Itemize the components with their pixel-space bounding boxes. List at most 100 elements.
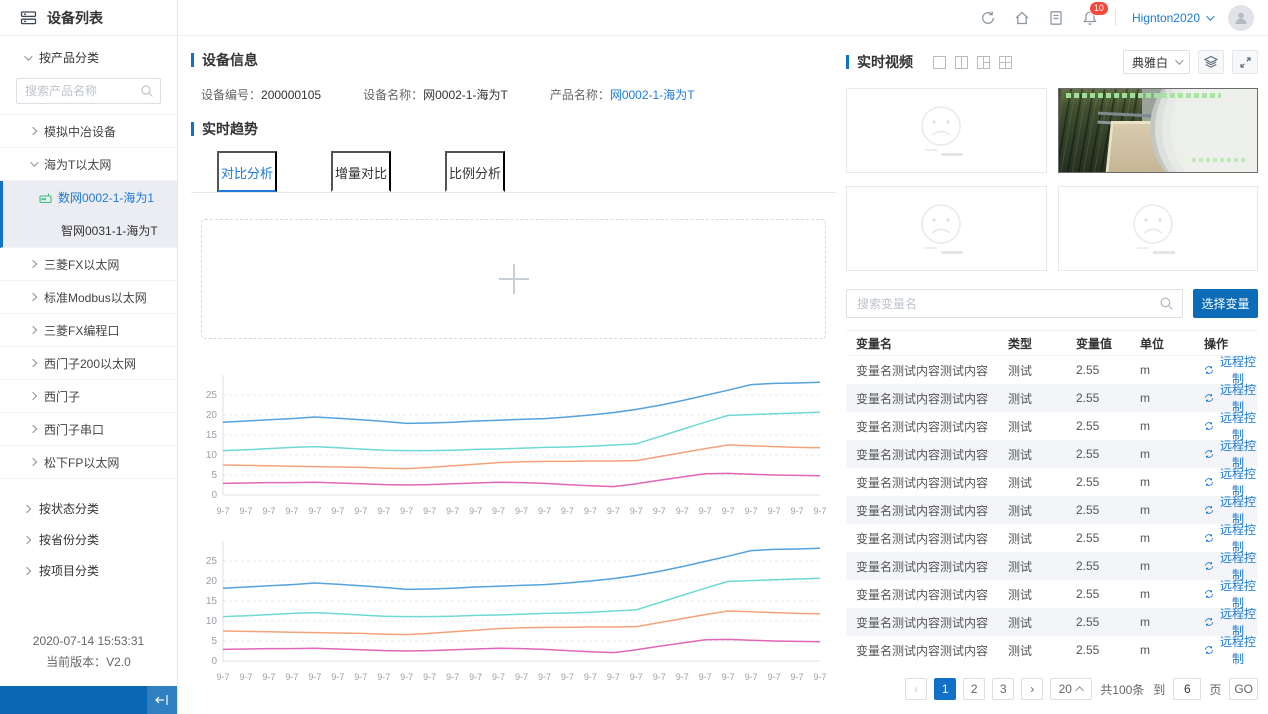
fullscreen-button[interactable] [1232, 50, 1258, 74]
sidebar-item-category-1[interactable]: 海为T以太网 [0, 148, 177, 181]
main-area: 10 Hignton2020 设备信息 [178, 0, 1268, 714]
sidebar-section-status[interactable]: 按状态分类 [0, 493, 177, 524]
cell-unit: m [1140, 475, 1204, 489]
right-column: 实时视频 典雅白 [846, 36, 1268, 714]
product-name-link[interactable]: 网0002-1-海为T [610, 88, 695, 102]
page-button-1[interactable]: 1 [934, 678, 956, 700]
sidebar-item-category-5[interactable]: 西门子200以太网 [0, 347, 177, 380]
document-button[interactable] [1047, 9, 1065, 27]
trend-chart-2: 05101520259-79-79-79-79-79-79-79-79-79-7… [193, 535, 836, 687]
sidebar-item-category-7[interactable]: 西门子串口 [0, 413, 177, 446]
video-camera-cell[interactable] [1058, 88, 1259, 173]
video-placeholder-cell-2[interactable] [846, 186, 1047, 271]
page-button-3[interactable]: 3 [992, 678, 1014, 700]
remote-control-icon [1204, 616, 1214, 628]
home-button[interactable] [1013, 9, 1031, 27]
product-name-field: 产品名称：网0002-1-海为T [550, 86, 695, 103]
goto-page-input[interactable] [1173, 678, 1201, 700]
layout-four-grid-icon[interactable] [999, 56, 1012, 69]
sidebar-section-province[interactable]: 按省份分类 [0, 524, 177, 555]
cell-variable-name: 变量名测试内容测试内容 [856, 362, 1008, 379]
tab-compare-analysis[interactable]: 对比分析 [217, 151, 277, 192]
prev-page-button[interactable]: ‹ [905, 678, 927, 700]
cell-type: 测试 [1008, 642, 1076, 659]
notification-button[interactable]: 10 [1081, 9, 1099, 27]
collapse-sidebar-button[interactable] [147, 686, 177, 714]
sidebar-item-category-2[interactable]: 三菱FX以太网 [0, 248, 177, 281]
sidebar-item-category-0[interactable]: 模拟中冶设备 [0, 115, 177, 148]
chevron-right-icon [23, 566, 31, 574]
sidebar-device-item-selected[interactable]: 数网0002-1-海为1 [3, 181, 177, 214]
chevron-right-icon [29, 293, 37, 301]
product-search-input[interactable] [25, 84, 134, 98]
svg-text:10: 10 [206, 616, 218, 627]
table-row: 变量名测试内容测试内容 测试 2.55 m 远程控制 [846, 636, 1258, 664]
table-row: 变量名测试内容测试内容 测试 2.55 m 远程控制 [846, 468, 1258, 496]
sidebar-device-group: 数网0002-1-海为1 智网0031-1-海为T [0, 181, 177, 248]
user-menu[interactable]: Hignton2020 [1132, 11, 1212, 25]
remote-control-link[interactable]: 远程控制 [1204, 633, 1258, 667]
select-variable-button[interactable]: 选择变量 [1193, 289, 1258, 318]
svg-text:10: 10 [206, 450, 218, 461]
camera-osd-label [1192, 158, 1248, 162]
sidebar-item-category-3[interactable]: 标准Modbus以太网 [0, 281, 177, 314]
video-placeholder-cell-3[interactable] [1058, 186, 1259, 271]
go-button[interactable]: GO [1229, 678, 1258, 700]
remote-control-icon [1204, 504, 1214, 516]
camera-osd-timestamp [1066, 93, 1221, 98]
sidebar-item-category-8[interactable]: 松下FP以太网 [0, 446, 177, 479]
cell-value: 2.55 [1076, 587, 1140, 601]
svg-text:15: 15 [206, 596, 218, 607]
remote-control-icon [1204, 644, 1214, 656]
remote-control-icon [1204, 448, 1214, 460]
cell-type: 测试 [1008, 502, 1076, 519]
variable-search-input[interactable] [857, 297, 1152, 311]
no-video-icon [911, 202, 981, 256]
cell-unit: m [1140, 559, 1204, 573]
cell-value: 2.55 [1076, 447, 1140, 461]
cell-value: 2.55 [1076, 503, 1140, 517]
sidebar-device-item[interactable]: 智网0031-1-海为T [3, 214, 177, 247]
layers-button[interactable] [1198, 50, 1224, 74]
svg-text:9-7: 9-7 [630, 506, 643, 516]
topbar: 10 Hignton2020 [178, 0, 1268, 36]
table-row: 变量名测试内容测试内容 测试 2.55 m 远程控制 [846, 412, 1258, 440]
video-placeholder-cell-1[interactable] [846, 88, 1047, 173]
page-unit-label: 页 [1209, 681, 1221, 698]
sidebar-item-category-4[interactable]: 三菱FX编程口 [0, 314, 177, 347]
sidebar-section-project[interactable]: 按项目分类 [0, 555, 177, 586]
svg-text:9-7: 9-7 [653, 506, 666, 516]
svg-text:9-7: 9-7 [813, 506, 826, 516]
chevron-right-icon [29, 392, 37, 400]
cell-unit: m [1140, 447, 1204, 461]
tab-ratio-analysis[interactable]: 比例分析 [445, 151, 505, 192]
layout-two-pane-icon[interactable] [955, 56, 968, 69]
next-page-button[interactable]: › [1021, 678, 1043, 700]
sidebar-search [0, 73, 177, 115]
sidebar-item-category-6[interactable]: 西门子 [0, 380, 177, 413]
svg-text:9-7: 9-7 [400, 506, 413, 516]
page-button-2[interactable]: 2 [963, 678, 985, 700]
theme-select[interactable]: 典雅白 [1123, 50, 1190, 74]
add-chart-placeholder[interactable] [201, 219, 826, 339]
chevron-right-icon [23, 504, 31, 512]
remote-control-icon [1204, 476, 1214, 488]
table-row: 变量名测试内容测试内容 测试 2.55 m 远程控制 [846, 552, 1258, 580]
sidebar: 设备列表 按产品分类 模拟中冶设备 海为T以太网 [0, 0, 178, 714]
page-size-select[interactable]: 20 [1050, 678, 1092, 700]
col-unit: 单位 [1140, 335, 1204, 352]
cell-type: 测试 [1008, 446, 1076, 463]
total-count-label: 共100条 [1100, 681, 1144, 698]
cell-type: 测试 [1008, 474, 1076, 491]
layout-single-icon[interactable] [933, 56, 946, 69]
sidebar-section-product[interactable]: 按产品分类 [0, 42, 177, 73]
svg-text:9-7: 9-7 [791, 506, 804, 516]
variables-table: 变量名 类型 变量值 单位 操作 变量名测试内容测试内容 测试 2.55 m 远… [846, 330, 1258, 664]
svg-text:9-7: 9-7 [239, 506, 252, 516]
svg-text:25: 25 [206, 390, 218, 401]
chevron-right-icon [29, 359, 37, 367]
refresh-button[interactable] [979, 9, 997, 27]
avatar[interactable] [1228, 5, 1254, 31]
tab-increment-compare[interactable]: 增量对比 [331, 151, 391, 192]
layout-three-pane-icon[interactable] [977, 56, 990, 69]
